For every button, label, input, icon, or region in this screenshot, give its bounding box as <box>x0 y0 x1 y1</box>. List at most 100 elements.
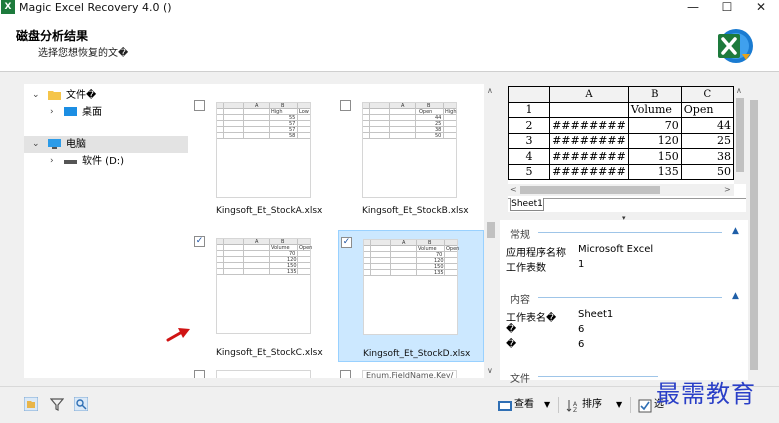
table-row: 5 ######## 135 50 <box>507 163 735 180</box>
svg-text:Z: Z <box>573 407 577 413</box>
desktop-icon <box>64 107 77 116</box>
property-key: � <box>506 339 517 350</box>
tree-item-label: 电脑 <box>66 139 86 150</box>
maximize-button[interactable]: ☐ <box>710 0 744 16</box>
scroll-up-icon[interactable]: ∧ <box>736 86 742 95</box>
chevron-right-icon[interactable]: › <box>50 153 54 170</box>
file-card[interactable]: A B High Low 55 57 57 58 Kingsoft_Et_Sto… <box>192 94 338 226</box>
properties-panel: 常规 ▲ 应用程序名称 Microsoft Excel 工作表数 1 内容 ▲ … <box>500 220 748 385</box>
tab-sheet1[interactable]: Sheet1 <box>510 198 544 211</box>
file-card[interactable]: A B Open High 44 25 38 50 Kingsoft_Et_St… <box>338 94 484 226</box>
section-general-title: 常规 <box>510 230 530 241</box>
computer-icon <box>48 139 61 149</box>
minimize-button[interactable]: — <box>676 0 710 16</box>
sort-dropdown-icon[interactable]: ▼ <box>616 397 622 413</box>
page-subtitle: 选择您想恢复的文� <box>38 48 129 59</box>
scroll-down-icon[interactable]: ∨ <box>487 366 493 375</box>
chevron-right-icon[interactable]: › <box>50 104 54 121</box>
property-value: Microsoft Excel <box>578 244 654 255</box>
chevron-down-icon[interactable]: ⌄ <box>32 136 40 153</box>
file-name: Kingsoft_Et_StockC.xlsx <box>216 348 323 358</box>
file-card-selected[interactable]: ✓ A B Volume Open 70 120 150 135 Kingsof… <box>338 230 484 362</box>
view-icon <box>498 401 512 411</box>
col-header: C <box>680 86 735 103</box>
file-thumbnail: A B Volume Open 70 120 150 135 <box>216 238 312 334</box>
col-header: B <box>627 86 682 103</box>
property-value: 6 <box>578 324 585 335</box>
file-thumbnail: A B Open High 44 25 38 50 <box>362 102 457 198</box>
chevron-down-icon[interactable]: ⌄ <box>32 87 40 104</box>
sort-button[interactable]: 排序 <box>582 397 602 413</box>
scrollbar-thumb[interactable] <box>736 98 744 172</box>
table-row: 2 ######## 70 44 <box>507 117 735 134</box>
search-icon[interactable] <box>74 397 88 411</box>
scroll-right-icon[interactable]: > <box>724 185 731 194</box>
file-name: Kingsoft_Et_StockA.xlsx <box>216 206 323 216</box>
sheet-tabs: Sheet1 <box>508 198 746 212</box>
title-bar: X Magic Excel Recovery 4.0 () — ☐ ✕ <box>0 0 779 16</box>
properties-scrollbar[interactable] <box>748 86 760 380</box>
property-value: Sheet1 <box>578 309 614 320</box>
table-row: 3 ######## 120 25 <box>507 132 735 149</box>
scrollbar-thumb[interactable] <box>520 186 660 194</box>
file-checkbox[interactable] <box>194 100 205 111</box>
sheet-preview: A B C 1 Volume Open 2 ######## 70 44 3 #… <box>507 86 746 212</box>
property-value: 1 <box>578 259 585 270</box>
drive-icon <box>64 160 77 164</box>
property-key: 应用程序名称 <box>506 248 566 259</box>
watermark-text: 最需教育 <box>656 380 756 408</box>
file-thumbnail: A B High Low 55 57 57 58 <box>216 102 311 198</box>
property-value: 6 <box>578 339 585 350</box>
section-file-title: 文件 <box>510 374 530 385</box>
tree-item-drive-d[interactable]: › 软件 (D:) <box>24 153 188 170</box>
close-button[interactable]: ✕ <box>744 0 778 16</box>
grid-scrollbar[interactable]: ∧ ∨ <box>484 84 498 378</box>
property-key: 工作表数 <box>506 263 546 274</box>
scroll-left-icon[interactable]: < <box>510 185 517 194</box>
file-thumbnail: Enum.FieldName.Key/ <box>362 370 457 378</box>
excel-app-icon: X <box>1 0 15 14</box>
folder-view-icon[interactable] <box>24 397 38 411</box>
file-checkbox[interactable]: ✓ <box>341 237 352 248</box>
tree-item-label: 文件� <box>66 90 97 101</box>
sort-icon: AZ <box>566 400 578 413</box>
property-key: 工作表名� <box>506 313 557 324</box>
view-button[interactable]: 查看 <box>514 397 534 413</box>
collapse-icon[interactable]: ▲ <box>732 291 739 301</box>
scroll-up-icon[interactable]: ∧ <box>487 86 493 95</box>
pointer-arrow-icon <box>166 328 190 342</box>
scrollbar-thumb[interactable] <box>487 222 495 238</box>
file-checkbox[interactable] <box>194 370 205 378</box>
file-checkbox[interactable] <box>340 370 351 378</box>
tree-item-computer[interactable]: ⌄ 电脑 <box>24 136 188 153</box>
tree-item-label: 软件 (D:) <box>82 156 125 167</box>
file-checkbox[interactable] <box>340 100 351 111</box>
select-all-icon <box>638 399 652 413</box>
tree-item-label: 桌面 <box>82 107 102 118</box>
file-thumbnail: A B Volume Open 70 120 150 135 <box>363 239 459 335</box>
scrollbar-thumb[interactable] <box>750 100 758 370</box>
preview-hscrollbar[interactable]: < > <box>508 184 734 196</box>
property-key: � <box>506 324 517 335</box>
wizard-header: 磁盘分析结果 选择您想恢复的文� <box>0 16 779 72</box>
table-row: 4 ######## 150 38 <box>507 148 735 165</box>
file-grid: A B High Low 55 57 57 58 Kingsoft_Et_Sto… <box>188 84 498 378</box>
view-dropdown-icon[interactable]: ▼ <box>544 397 550 413</box>
file-checkbox[interactable]: ✓ <box>194 236 205 247</box>
section-content-title: 内容 <box>510 295 530 306</box>
window-title: Magic Excel Recovery 4.0 () <box>19 1 172 14</box>
table-row: 1 Volume Open <box>507 101 735 118</box>
tree-item-desktop[interactable]: › 桌面 <box>24 104 188 121</box>
main-area: ⌄ 文件� › 桌面 ⌄ 电脑 › 软件 (D:) A B High Low 5… <box>0 72 779 386</box>
folder-icon <box>48 91 61 100</box>
file-name: Kingsoft_Et_StockB.xlsx <box>362 206 469 216</box>
collapse-icon[interactable]: ▲ <box>732 226 739 236</box>
tree-item-folder[interactable]: ⌄ 文件� <box>24 87 188 104</box>
preview-table: A B C 1 Volume Open 2 ######## 70 44 3 #… <box>507 86 735 180</box>
filter-icon[interactable] <box>50 397 64 411</box>
folder-tree: ⌄ 文件� › 桌面 ⌄ 电脑 › 软件 (D:) <box>24 84 188 378</box>
file-thumbnail <box>216 370 311 378</box>
preview-vscrollbar[interactable]: ∧ <box>734 86 746 184</box>
col-header: A <box>549 86 629 103</box>
file-card[interactable]: ✓ A B Volume Open 70 120 150 135 Kingsof… <box>192 230 338 362</box>
